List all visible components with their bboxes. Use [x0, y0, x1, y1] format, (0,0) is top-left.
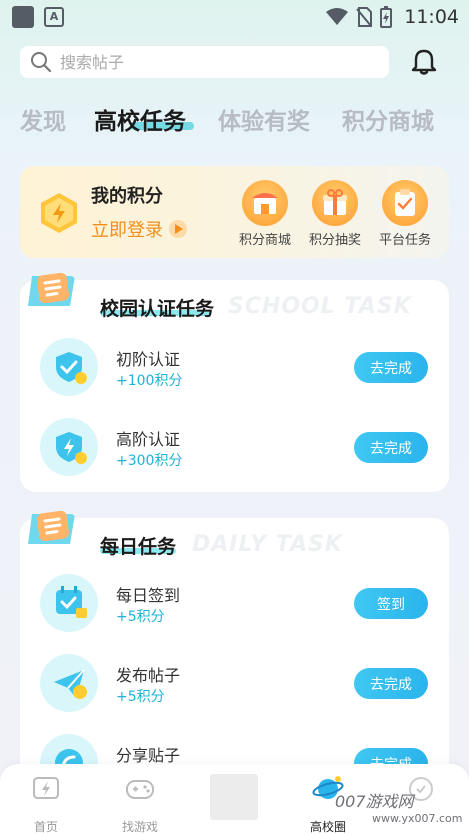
calendar-check-icon [40, 574, 98, 632]
nav-home[interactable]: 首页 [14, 772, 78, 835]
task-points: +100积分 [116, 373, 183, 389]
shop-icon [242, 180, 288, 226]
shield-bolt-icon [40, 418, 98, 476]
task-points: +5积分 [116, 609, 165, 625]
notification-app-icon [12, 6, 34, 28]
complete-button[interactable]: 去完成 [354, 668, 428, 699]
gift-icon [312, 180, 358, 226]
task-name: 每日签到 [116, 586, 181, 605]
task-row: 发布帖子 +5积分 去完成 [20, 654, 449, 714]
task-row: 每日签到 +5积分 签到 [20, 574, 449, 634]
search-input[interactable] [60, 52, 360, 72]
center-placeholder[interactable] [210, 774, 258, 820]
points-card: 我的积分 立即登录 积分商城 积分抽奖 平台任务 [20, 166, 449, 258]
task-list-icon [28, 272, 75, 306]
shortcut-label: 积分抽奖 [308, 233, 361, 248]
search-icon [31, 52, 52, 73]
shortcut-platform-tasks[interactable]: 平台任务 [372, 180, 438, 248]
notification-a-icon: A [44, 7, 64, 27]
task-name: 发布帖子 [116, 666, 181, 685]
daily-task-card: DAILY TASK 每日任务 每日签到 +5积分 签到 发布帖子 +5积分 去… [20, 510, 449, 792]
shortcut-label: 积分商城 [238, 233, 291, 248]
task-points: +300积分 [116, 453, 183, 469]
card-title: 校园认证任务 [100, 298, 215, 320]
shortcut-points-lottery[interactable]: 积分抽奖 [302, 180, 368, 248]
shortcut-label: 平台任务 [378, 233, 431, 248]
nav-find-game[interactable]: 找游戏 [108, 772, 172, 835]
nav-label: 高校圈 [309, 820, 346, 834]
complete-button[interactable]: 去完成 [354, 352, 428, 383]
task-row: 高阶认证 +300积分 去完成 [20, 418, 449, 478]
no-sim-icon [356, 7, 373, 27]
school-task-card: SCHOOL TASK 校园认证任务 初阶认证 +100积分 去完成 高阶认证 … [20, 272, 449, 492]
search-bar[interactable] [20, 46, 389, 78]
tab-bar: 发现 高校任务 体验有奖 积分商城 [20, 102, 460, 138]
paper-plane-icon [40, 654, 98, 712]
status-bar: A 11:04 [0, 0, 469, 34]
tab-points-mall[interactable]: 积分商城 [342, 102, 434, 136]
nav-label: 首页 [33, 820, 58, 834]
card-bg-text: SCHOOL TASK [228, 294, 412, 319]
tab-school-tasks[interactable]: 高校任务 [94, 102, 194, 136]
task-points: +5积分 [116, 689, 165, 705]
complete-button[interactable]: 去完成 [354, 432, 428, 463]
clock: 11:04 [404, 6, 459, 28]
tab-discover[interactable]: 发现 [20, 102, 66, 136]
gamepad-icon [126, 780, 154, 799]
card-bg-text: DAILY TASK [192, 532, 343, 557]
home-bolt-icon [33, 777, 59, 799]
watermark: 007游戏网 [335, 792, 414, 811]
tab-school-tasks-label: 高校任务 [94, 109, 186, 135]
login-label: 立即登录 [91, 220, 163, 241]
login-link[interactable]: 立即登录 [91, 216, 187, 242]
bell-icon[interactable] [408, 46, 440, 78]
tab-experience-reward[interactable]: 体验有奖 [218, 102, 310, 136]
shield-check-icon [40, 338, 98, 396]
clipboard-icon [382, 180, 428, 226]
my-points-title: 我的积分 [91, 186, 163, 207]
nav-label: 找游戏 [121, 820, 158, 834]
points-medal-icon [41, 193, 77, 233]
play-arrow-icon [169, 220, 187, 238]
watermark-url: www.yx007.com [372, 812, 463, 825]
shortcut-points-mall[interactable]: 积分商城 [232, 180, 298, 248]
task-row: 初阶认证 +100积分 去完成 [20, 338, 449, 398]
task-name: 初阶认证 [116, 350, 181, 369]
card-title: 每日任务 [100, 536, 177, 558]
task-list-icon [28, 510, 75, 544]
task-name: 高阶认证 [116, 430, 181, 449]
wifi-icon [326, 8, 349, 25]
check-in-button[interactable]: 签到 [354, 588, 428, 619]
battery-icon [380, 6, 393, 28]
task-name: 分享贴子 [116, 746, 181, 765]
